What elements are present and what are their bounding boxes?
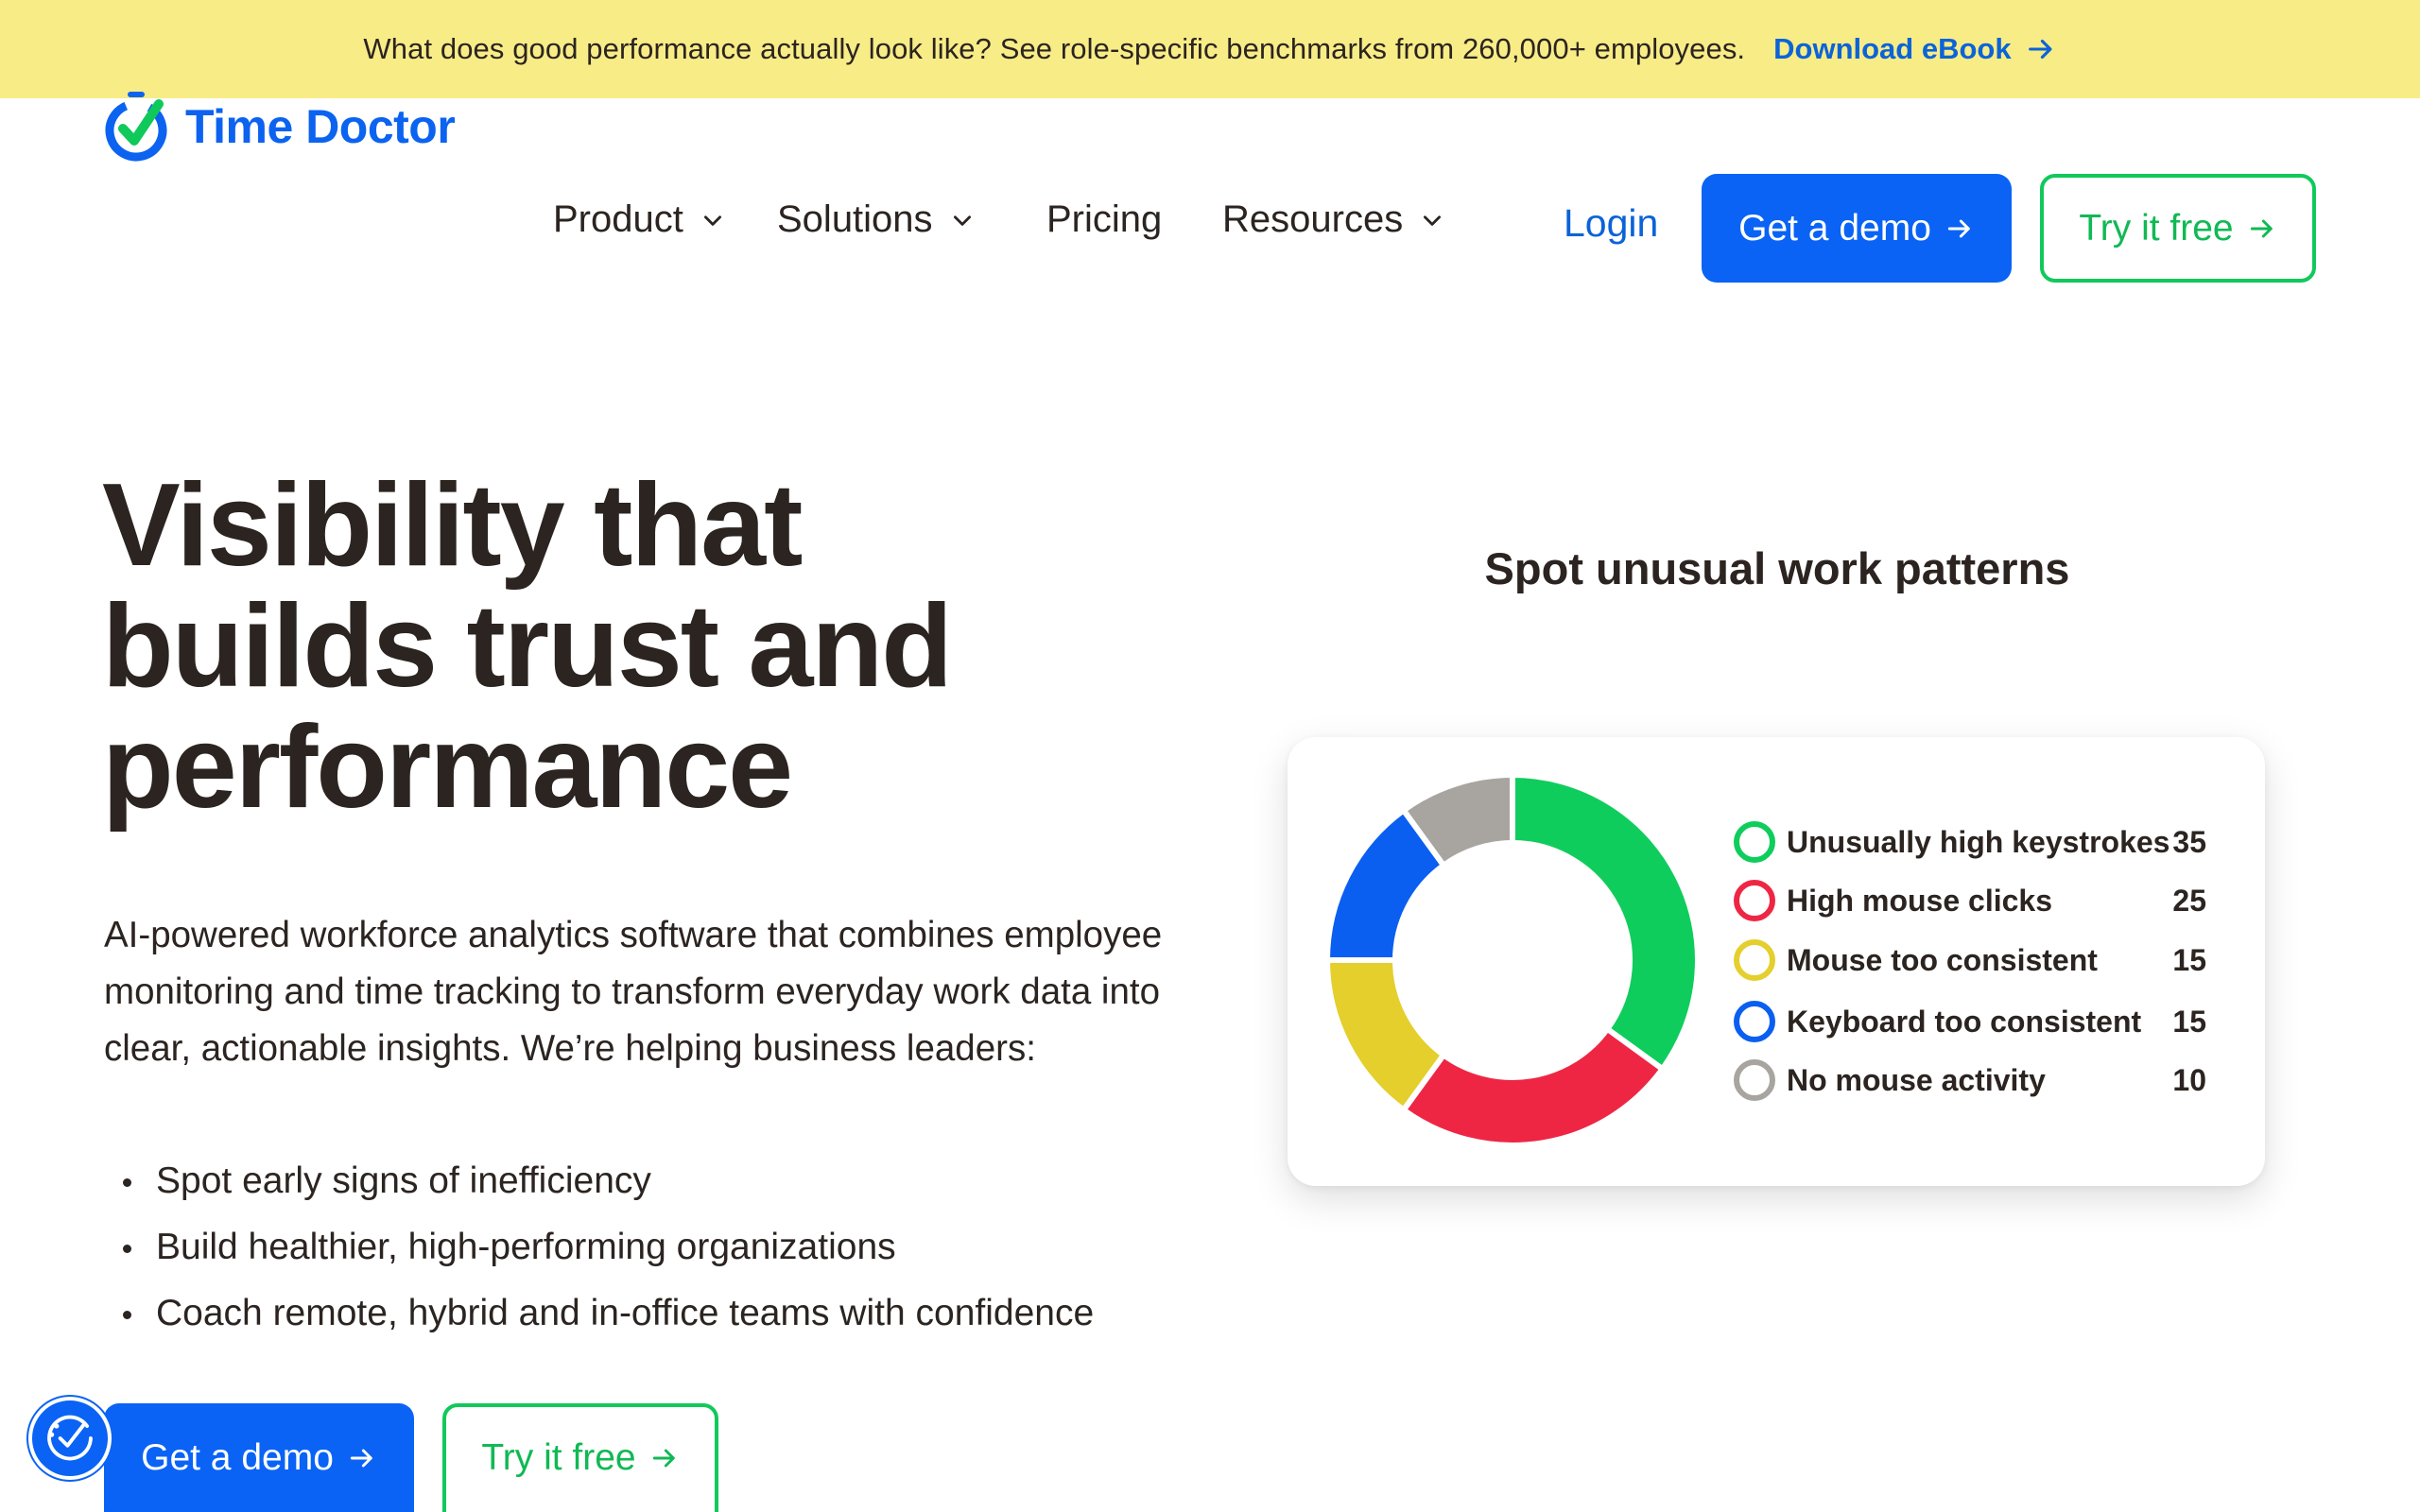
nav-product-label: Product xyxy=(553,198,683,240)
donut-slice-high-mouse-clicks xyxy=(1399,1024,1667,1148)
legend-ring-icon xyxy=(1734,1001,1775,1042)
hero-get-a-demo-button[interactable]: Get a demo xyxy=(104,1403,414,1512)
arrow-right-icon xyxy=(2250,219,2273,237)
hero-bullet: Spot early signs of inefficiency xyxy=(104,1148,1094,1214)
login-link[interactable]: Login xyxy=(1564,201,1658,246)
legend-item: Keyboard too consistent 15 xyxy=(1734,998,2206,1045)
nav-resources-label: Resources xyxy=(1222,198,1404,240)
nav-solutions-label: Solutions xyxy=(777,198,933,240)
legend-value: 15 xyxy=(2172,942,2206,977)
nav-resources[interactable]: Resources xyxy=(1222,198,1444,241)
arrow-right-icon xyxy=(2028,39,2052,60)
legend-ring-icon xyxy=(1734,821,1775,863)
legend-label: High mouse clicks xyxy=(1787,883,2052,918)
hero-try-it-free-button[interactable]: Try it free xyxy=(442,1403,718,1512)
nav-product[interactable]: Product xyxy=(553,198,725,241)
legend-value: 15 xyxy=(2172,1004,2206,1039)
logo-text: Time Doctor xyxy=(185,100,456,153)
hero-try-it-free-label: Try it free xyxy=(481,1437,636,1478)
time-doctor-logo[interactable]: Time Doctor xyxy=(102,89,456,164)
download-ebook-link[interactable]: Download eBook xyxy=(1773,32,2056,66)
nav-pricing[interactable]: Pricing xyxy=(1046,198,1162,241)
legend-label: No mouse activity xyxy=(1787,1062,2046,1097)
legend-value: 10 xyxy=(2172,1062,2206,1097)
hero-description: AI-powered workforce analytics software … xyxy=(104,915,1163,1069)
hero-title-line: performance xyxy=(102,702,793,833)
donut-chart xyxy=(1323,771,1701,1148)
hero-title: Visibility that builds trust and perform… xyxy=(102,465,1142,828)
accessibility-icon xyxy=(47,1415,93,1461)
chart-card: Unusually high keystrokes 35 High mouse cl… xyxy=(1288,737,2265,1186)
arrow-right-icon xyxy=(350,1449,372,1468)
hero-title-line: Visibility that xyxy=(102,460,803,591)
arrow-right-icon xyxy=(1947,219,1970,237)
download-ebook-label: Download eBook xyxy=(1773,32,2012,65)
logo-check-icon xyxy=(105,92,167,162)
legend-ring-icon xyxy=(1734,880,1775,921)
banner-text: What does good performance actually look… xyxy=(363,32,1746,65)
legend-value: 35 xyxy=(2172,824,2206,859)
hero-bullet: Build healthier, high-performing organiz… xyxy=(104,1214,1094,1280)
legend-item: Mouse too consistent 15 xyxy=(1734,936,2206,984)
chart-title: Spot unusual work patterns xyxy=(1484,543,2070,593)
donut-slice-unusually-high-keystrokes xyxy=(1510,771,1701,1074)
chevron-down-icon xyxy=(1424,215,1442,226)
try-it-free-label: Try it free xyxy=(2079,207,2234,249)
try-it-free-button[interactable]: Try it free xyxy=(2040,174,2316,283)
hero-bullet: Coach remote, hybrid and in-office teams… xyxy=(104,1280,1094,1347)
legend-label: Unusually high keystrokes xyxy=(1787,824,2170,859)
legend-label: Mouse too consistent xyxy=(1787,942,2098,977)
chevron-down-icon xyxy=(953,215,971,226)
legend-item: No mouse activity 10 xyxy=(1734,1057,2206,1104)
legend-item: High mouse clicks 25 xyxy=(1734,877,2206,924)
legend-ring-icon xyxy=(1734,1059,1775,1101)
nav-pricing-label: Pricing xyxy=(1046,198,1163,240)
legend-ring-icon xyxy=(1734,939,1775,981)
announcement-banner: What does good performance actually look… xyxy=(0,0,2420,98)
legend-item: Unusually high keystrokes 35 xyxy=(1734,818,2206,866)
hero-get-a-demo-label: Get a demo xyxy=(141,1437,334,1478)
chevron-down-icon xyxy=(703,215,721,226)
get-a-demo-label: Get a demo xyxy=(1738,207,1931,249)
legend-value: 25 xyxy=(2172,883,2206,918)
nav-solutions[interactable]: Solutions xyxy=(777,198,975,241)
hero-title-line: builds trust and xyxy=(102,581,953,712)
legend-label: Keyboard too consistent xyxy=(1787,1004,2142,1039)
accessibility-widget-button[interactable] xyxy=(28,1397,112,1480)
get-a-demo-button[interactable]: Get a demo xyxy=(1702,174,2012,283)
hero-bullet-list: Spot early signs of inefficiency Build h… xyxy=(104,1148,1094,1347)
arrow-right-icon xyxy=(652,1449,675,1468)
